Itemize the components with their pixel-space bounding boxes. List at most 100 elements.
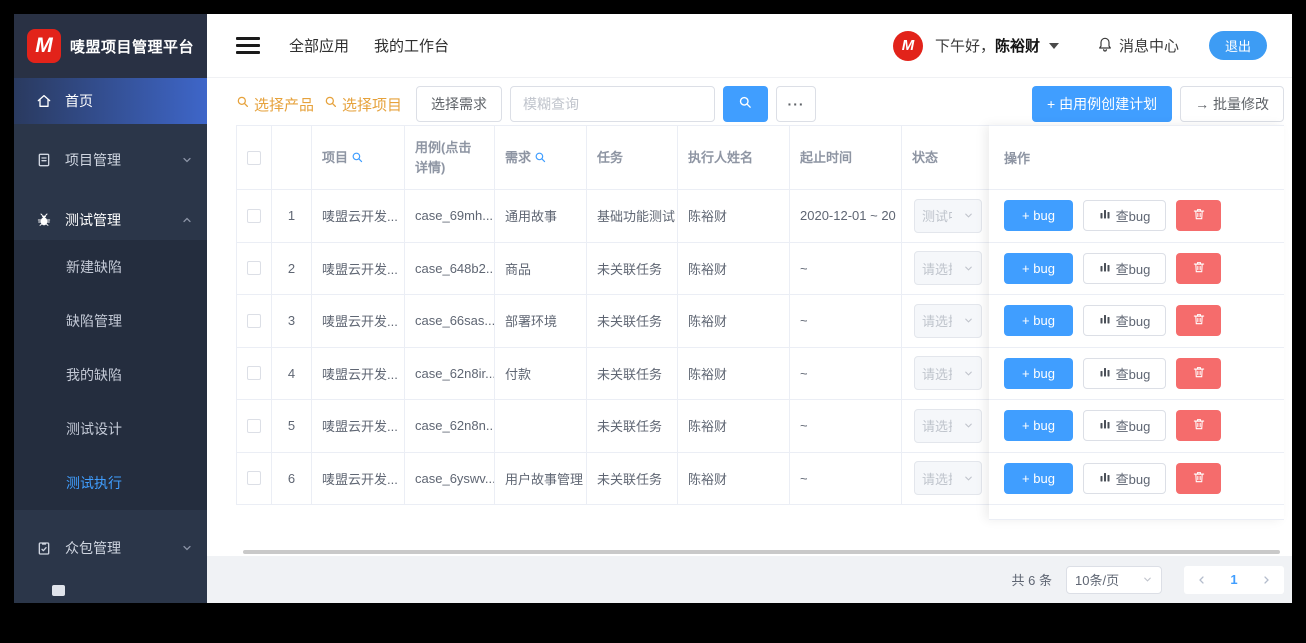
status-select[interactable]: 请选择 xyxy=(914,251,982,286)
add-bug-button[interactable]: + bug xyxy=(1004,462,1073,494)
chevron-down-icon xyxy=(963,420,974,431)
sidebar-item-test-management[interactable]: 测试管理 xyxy=(14,200,207,240)
avatar[interactable]: M xyxy=(892,30,923,61)
status-value: 测试中 xyxy=(922,209,952,225)
next-page-button[interactable] xyxy=(1260,574,1272,586)
case-cell[interactable]: case_69mh... xyxy=(404,190,494,243)
message-center-link[interactable]: 消息中心 xyxy=(1097,35,1179,56)
view-bug-label: 查bug xyxy=(1115,314,1151,330)
horizontal-scrollbar[interactable] xyxy=(243,550,1280,554)
current-page-button[interactable]: 1 xyxy=(1230,572,1237,587)
header-time: 起止时间 xyxy=(789,125,901,190)
view-bug-button[interactable]: 查bug xyxy=(1083,305,1166,337)
search-icon xyxy=(236,95,250,113)
sidebar-subitem-test-execution[interactable]: 测试执行 xyxy=(14,456,207,510)
sidebar-item-project-management[interactable]: 项目管理 xyxy=(14,140,207,180)
view-bug-button[interactable]: 查bug xyxy=(1083,252,1166,284)
case-cell[interactable]: case_648b2... xyxy=(404,242,494,295)
logout-button[interactable]: 退出 xyxy=(1208,31,1267,60)
case-cell[interactable]: case_62n8n... xyxy=(404,400,494,453)
sidebar: M 唛盟项目管理平台 首页 项目管理 测试管理 新建缺陷 缺陷管理 我的缺陷 测… xyxy=(14,14,207,603)
case-cell[interactable]: case_6yswv... xyxy=(404,452,494,505)
add-bug-button[interactable]: + bug xyxy=(1004,357,1073,389)
fuzzy-search-input[interactable] xyxy=(510,86,716,122)
test-management-submenu: 新建缺陷 缺陷管理 我的缺陷 测试设计 测试执行 xyxy=(14,240,207,510)
batch-edit-button[interactable]: → 批量修改 xyxy=(1180,86,1284,122)
sidebar-subitem-test-design[interactable]: 测试设计 xyxy=(14,402,207,456)
add-bug-button[interactable]: + bug xyxy=(1004,305,1073,337)
tab-my-workbench[interactable]: 我的工作台 xyxy=(374,35,449,56)
view-bug-label: 查bug xyxy=(1115,209,1151,225)
status-select[interactable]: 请选择 xyxy=(914,356,982,391)
search-button[interactable] xyxy=(723,86,769,122)
status-select[interactable]: 测试中 xyxy=(914,198,982,233)
operation-row: + bug 查bug xyxy=(989,190,1284,243)
project-cell: 唛盟云开发... xyxy=(311,190,404,243)
select-project-label: 选择项目 xyxy=(342,96,403,114)
time-cell: 2020-12-01 ~ 20 xyxy=(789,190,901,243)
select-product-link[interactable]: 选择产品 xyxy=(236,94,314,115)
view-bug-label: 查bug xyxy=(1115,261,1151,277)
prev-page-button[interactable] xyxy=(1196,574,1208,586)
project-search-icon[interactable] xyxy=(351,151,364,164)
case-cell[interactable]: case_66sas... xyxy=(404,295,494,348)
page-size-select[interactable]: 10条/页 xyxy=(1066,565,1162,594)
delete-button[interactable] xyxy=(1176,462,1221,494)
row-checkbox[interactable] xyxy=(247,261,261,276)
sidebar-subitem-new-defect[interactable]: 新建缺陷 xyxy=(14,240,207,294)
select-project-link[interactable]: 选择项目 xyxy=(324,94,402,115)
status-select[interactable]: 请选择 xyxy=(914,461,982,496)
bar-chart-icon xyxy=(1099,366,1111,381)
status-select[interactable]: 请选择 xyxy=(914,408,982,443)
delete-button[interactable] xyxy=(1176,410,1221,442)
row-checkbox[interactable] xyxy=(247,208,261,223)
delete-button[interactable] xyxy=(1176,200,1221,232)
add-bug-button[interactable]: + bug xyxy=(1004,410,1073,442)
delete-button[interactable] xyxy=(1176,252,1221,284)
delete-button[interactable] xyxy=(1176,305,1221,337)
select-requirement-button[interactable]: 选择需求 xyxy=(416,86,503,122)
chevron-down-icon xyxy=(963,210,974,221)
sidebar-item-home[interactable]: 首页 xyxy=(14,78,207,124)
operation-row: + bug 查bug xyxy=(989,243,1284,295)
hamburger-menu-icon[interactable] xyxy=(236,33,260,58)
tab-all-apps[interactable]: 全部应用 xyxy=(289,35,349,56)
delete-button[interactable] xyxy=(1176,357,1221,389)
operation-row: + bug 查bug xyxy=(989,295,1284,348)
view-bug-button[interactable]: 查bug xyxy=(1083,462,1166,494)
bug-icon xyxy=(36,212,52,228)
requirement-search-icon[interactable] xyxy=(534,151,547,164)
status-select[interactable]: 请选择 xyxy=(914,303,982,338)
index-cell: 1 xyxy=(271,190,311,243)
index-cell: 4 xyxy=(271,347,311,400)
operation-row: + bug 查bug xyxy=(989,400,1284,453)
row-checkbox[interactable] xyxy=(247,366,261,381)
task-cell: 未关联任务 xyxy=(586,295,677,348)
select-all-checkbox[interactable] xyxy=(247,150,261,165)
view-bug-button[interactable]: 查bug xyxy=(1083,410,1166,442)
more-filters-button[interactable]: ··· xyxy=(776,86,817,122)
sidebar-item-partial[interactable] xyxy=(14,585,207,603)
task-cell: 未关联任务 xyxy=(586,400,677,453)
user-menu[interactable]: 下午好， 陈裕财 xyxy=(935,35,1059,56)
sidebar-subitem-my-defects[interactable]: 我的缺陷 xyxy=(14,348,207,402)
create-plan-from-case-button[interactable]: + 由用例创建计划 xyxy=(1032,86,1173,122)
row-checkbox[interactable] xyxy=(247,418,261,433)
add-bug-button[interactable]: + bug xyxy=(1004,252,1073,284)
checkbox-cell xyxy=(236,452,271,505)
sidebar-item-crowdsourcing[interactable]: 众包管理 xyxy=(14,526,207,570)
sidebar-subitem-defect-management[interactable]: 缺陷管理 xyxy=(14,294,207,348)
row-checkbox[interactable] xyxy=(247,471,261,486)
view-bug-button[interactable]: 查bug xyxy=(1083,200,1166,232)
trash-icon xyxy=(1192,417,1206,434)
requirement-cell xyxy=(494,400,586,453)
case-cell[interactable]: case_62n8ir... xyxy=(404,347,494,400)
project-cell: 唛盟云开发... xyxy=(311,452,404,505)
row-checkbox[interactable] xyxy=(247,313,261,328)
task-cell: 基础功能测试 xyxy=(586,190,677,243)
add-bug-button[interactable]: + bug xyxy=(1004,200,1073,232)
chevron-down-icon xyxy=(181,154,193,166)
view-bug-button[interactable]: 查bug xyxy=(1083,357,1166,389)
checkbox-cell xyxy=(236,400,271,453)
trash-icon xyxy=(1192,260,1206,277)
